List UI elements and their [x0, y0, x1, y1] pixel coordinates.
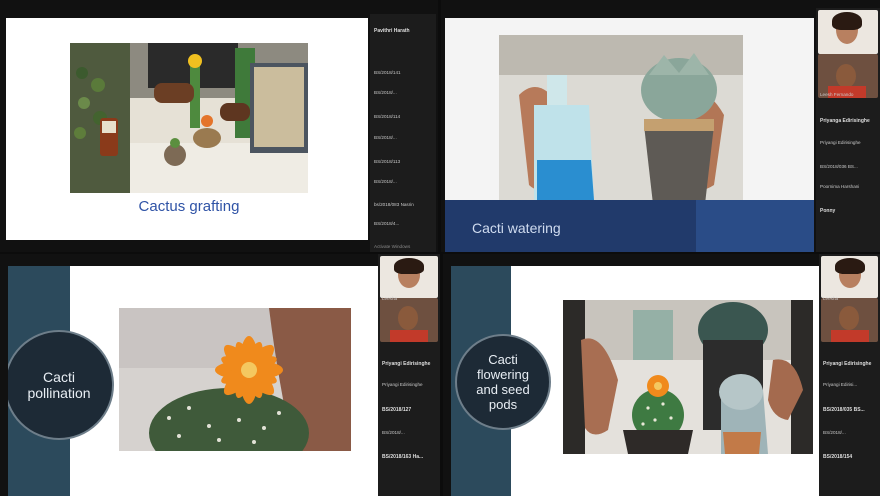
slide-caption: Cactus grafting: [138, 198, 240, 215]
slide: Cacti pollination: [8, 266, 378, 496]
shared-screen-tile-pollination[interactable]: Cacti pollination Leesha Priyangi Ediris…: [0, 254, 440, 496]
participant-name[interactable]: Priyangi Edirisinghe: [823, 361, 877, 367]
participants-sidebar: Pavithri Harath BS/2018/141 BS/2018/... …: [370, 14, 436, 252]
participant-name[interactable]: BS/2018/114: [374, 114, 433, 119]
participant-name[interactable]: BS/2018/...: [382, 430, 437, 435]
slide-caption: and seed: [476, 382, 530, 397]
participant-name[interactable]: BS/2018/...: [374, 135, 433, 140]
participant-name[interactable]: Leesh Fernando: [820, 92, 877, 97]
participant-name[interactable]: bs/2018/083 Nasrin: [374, 202, 433, 207]
participant-name[interactable]: Priyanga Edirisinghe: [820, 118, 877, 124]
participant-name[interactable]: BS/2018/...: [374, 90, 433, 95]
participant-name[interactable]: BS/2018/4...: [374, 221, 433, 226]
participant-name[interactable]: Priyangi Edirisinghe: [382, 382, 437, 387]
avatar: [839, 306, 859, 330]
participant-video[interactable]: [818, 10, 878, 54]
participant-name[interactable]: Leesha: [382, 296, 437, 301]
participant-video[interactable]: [380, 298, 438, 342]
slide-caption: pollination: [27, 385, 91, 401]
participants-sidebar: Leesha Priyangi Edirisinghe Priyangi Edi…: [819, 254, 880, 496]
windows-watermark: Activate Windows: [374, 244, 411, 249]
slide: Cacti watering: [445, 18, 814, 252]
participant-video[interactable]: [821, 298, 878, 342]
participant-name[interactable]: BS/2018/154: [823, 454, 877, 460]
shared-screen-tile-watering[interactable]: Cacti watering Leesh Fernando Priyanga E…: [441, 0, 880, 252]
participant-name[interactable]: Poornima Harshani: [820, 184, 877, 189]
avatar-hair: [394, 258, 424, 274]
participant-name[interactable]: BS/2018/113: [374, 159, 433, 164]
pollination-photo: [119, 308, 351, 451]
participant-name[interactable]: BS/2018/036 BS...: [820, 164, 877, 169]
slide: Cacti flowering and seed pods: [451, 266, 819, 496]
slide-caption: Cacti: [43, 369, 75, 385]
avatar-hair: [832, 12, 862, 30]
shared-screen-tile-flowering[interactable]: Cacti flowering and seed pods Leesha Pri…: [443, 254, 880, 496]
participant-name[interactable]: Pavithri Harath: [374, 28, 433, 34]
avatar: [836, 64, 856, 88]
shared-screen-tile-grafting[interactable]: Cactus grafting Pavithri Harath BS/2018/…: [0, 0, 438, 252]
participant-name[interactable]: Priyangi Edirisinghe: [382, 361, 437, 367]
participant-video[interactable]: [821, 256, 878, 298]
participant-name[interactable]: Leesha: [823, 296, 877, 301]
avatar-shirt: [390, 330, 428, 342]
participant-name[interactable]: Priyangi Edirisinghe: [820, 140, 877, 145]
participant-name[interactable]: Ponny: [820, 208, 877, 214]
caption-band-dark: [696, 200, 814, 252]
participants-sidebar: Leesh Fernando Priyanga Edirisinghe Priy…: [816, 8, 880, 252]
slide-caption-bubble: Cacti pollination: [8, 330, 114, 440]
participant-name[interactable]: BS/2018/035 BS...: [823, 407, 877, 413]
participants-sidebar: Leesha Priyangi Edirisinghe Priyangi Edi…: [378, 254, 440, 496]
flowering-photo: [563, 300, 813, 454]
slide-caption: pods: [488, 397, 518, 412]
slide-caption-bubble: Cacti flowering and seed pods: [455, 334, 551, 430]
participant-name[interactable]: BS/2018/...: [823, 430, 877, 435]
participant-name[interactable]: Priyangi Edirisi...: [823, 382, 877, 387]
slide-caption: flowering: [476, 367, 530, 382]
grafting-photo: [70, 43, 308, 193]
watering-photo: [499, 35, 743, 213]
participant-name[interactable]: BS/2018/127: [382, 407, 437, 413]
avatar: [398, 306, 418, 330]
participant-name[interactable]: BS/2018/163 Ha...: [382, 454, 437, 460]
participant-video[interactable]: [380, 256, 438, 298]
slide: Cactus grafting: [6, 18, 368, 240]
participant-name[interactable]: BS/2018/...: [374, 179, 433, 184]
slide-caption: Cacti watering: [472, 220, 561, 236]
video-call-grid: Cactus grafting Pavithri Harath BS/2018/…: [0, 0, 880, 496]
avatar-hair: [835, 258, 865, 274]
avatar-shirt: [831, 330, 869, 342]
slide-caption: Cacti: [488, 352, 518, 367]
participant-name[interactable]: BS/2018/141: [374, 70, 433, 75]
